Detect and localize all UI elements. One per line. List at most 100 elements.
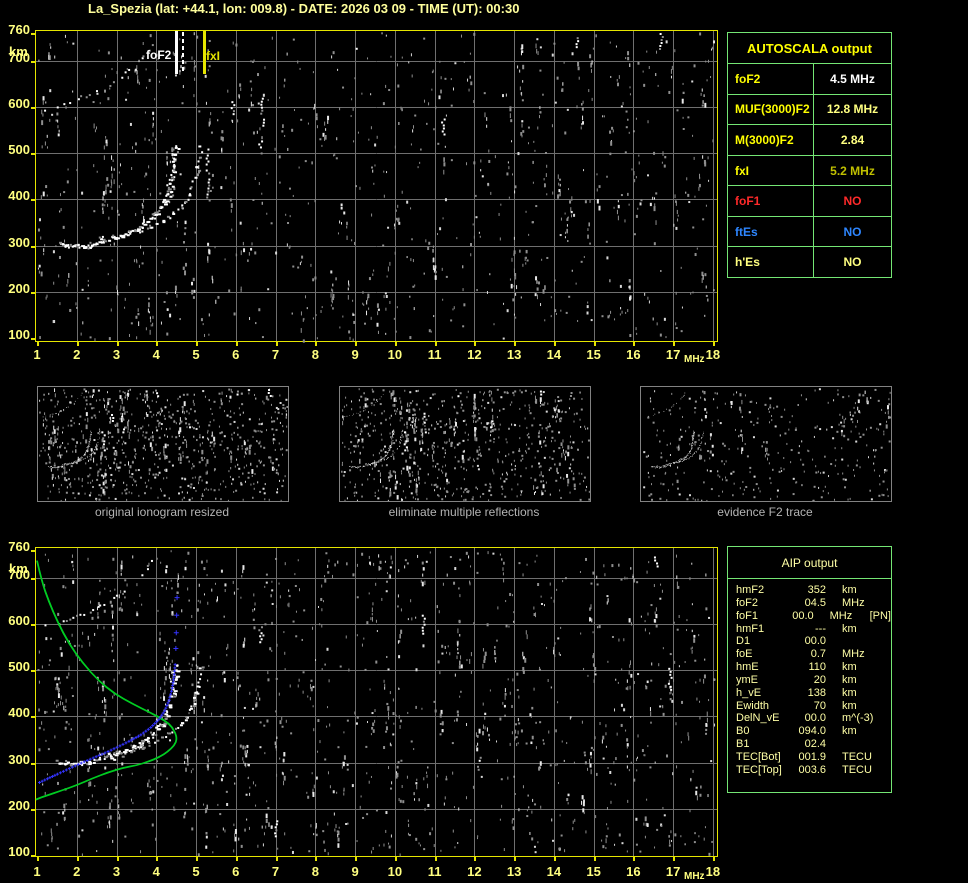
autoscala-row-fof1: foF1 NO — [728, 185, 891, 216]
y-tick-label: 200 — [8, 797, 30, 813]
parameter-label: hmE — [736, 661, 759, 674]
parameter-value: 138 — [807, 686, 826, 699]
parameter-unit: TECU — [842, 763, 872, 776]
parameter-unit: km — [842, 673, 857, 686]
parameter-label: B0 — [736, 725, 750, 738]
parameter-label: foF1 — [736, 609, 759, 622]
thumbnail-f2-trace — [640, 386, 892, 502]
parameter-value: 110 — [808, 661, 826, 674]
x-tick-label: 6 — [232, 864, 240, 879]
thumbnail-original-caption: original ionogram resized — [94, 505, 230, 519]
y-tick-label: 100 — [8, 326, 30, 342]
parameter-label: foE — [736, 648, 753, 661]
parameter-unit: m^(-3) — [842, 712, 874, 725]
x-tick-label: 14 — [546, 864, 562, 879]
y-tick-label: 500 — [8, 659, 30, 675]
parameter-unit: km — [842, 686, 857, 699]
y-axis-unit-label: km — [9, 44, 28, 59]
thumbnail-original-ionogram — [37, 386, 289, 502]
parameter-label: h_vE — [736, 686, 762, 699]
parameter-unit: MHz — [829, 609, 853, 622]
aip-row-ewidth: Ewidth 70 km — [736, 700, 891, 713]
aip-output-table: AIP output hmF2 352 km foF2 04.5 MHz foF1 00.0 M… — [727, 546, 892, 793]
parameter-value: 5.2 MHz — [813, 155, 891, 186]
parameter-label: TEC[Bot] — [736, 750, 781, 763]
parameter-label: TEC[Top] — [736, 763, 782, 776]
parameter-unit: km — [842, 584, 857, 596]
parameter-value: 352 — [807, 584, 826, 596]
x-tick-label: 5 — [192, 347, 200, 362]
parameter-value: 094.0 — [798, 725, 826, 738]
parameter-unit: km — [842, 661, 857, 674]
x-tick-label: 15 — [586, 864, 601, 879]
x-tick-label: 13 — [506, 347, 522, 362]
aip-row-hme: hmE 110 km — [736, 661, 891, 674]
x-tick-label: 2 — [73, 864, 81, 879]
x-tick-label: 1 — [33, 864, 41, 879]
parameter-value: 4.5 MHz — [813, 64, 891, 94]
parameter-label: M(3000)F2 — [735, 132, 794, 147]
x-tick-label: 14 — [546, 347, 562, 362]
x-tick-label: 4 — [152, 864, 160, 879]
parameter-unit — [842, 635, 886, 648]
x-tick-label: 8 — [311, 347, 319, 362]
x-tick-label: 11 — [427, 864, 442, 879]
y-tick-label: 400 — [8, 188, 30, 204]
autoscala-table-rows: foF2 4.5 MHz MUF(3000)F2 12.8 MHz M(3000)F2 2… — [728, 63, 891, 278]
parameter-label: D1 — [736, 635, 751, 648]
x-tick-label: 12 — [467, 864, 482, 879]
y-tick-label: 300 — [8, 751, 30, 767]
aip-row-d1: D1 00.0 — [736, 635, 891, 648]
parameter-label: hmF1 — [736, 622, 765, 635]
parameter-value: 001.9 — [798, 750, 826, 763]
x-tick-label: 5 — [192, 864, 200, 879]
aip-table-title: AIP output — [728, 547, 891, 579]
x-tick-label: 9 — [351, 864, 359, 879]
x-tick-label: 6 — [232, 347, 240, 362]
thumbnail-original-canvas — [38, 387, 288, 501]
parameter-flag: [PN] — [869, 609, 891, 622]
y-tick-label: 760 — [8, 22, 30, 37]
x-axis-unit-label: MHz — [684, 871, 705, 882]
y-tick-label: 600 — [8, 95, 30, 111]
x-tick-label: 2 — [73, 347, 81, 362]
parameter-value: 0.7 — [810, 648, 826, 661]
main-ionogram-canvas — [31, 29, 723, 349]
y-tick-label: 100 — [8, 843, 30, 859]
x-tick-label: 12 — [467, 347, 482, 362]
x-tick-label: 3 — [112, 347, 121, 362]
x-tick-label: 17 — [665, 864, 681, 879]
parameter-label: fxI — [735, 163, 750, 178]
x-tick-label: 8 — [311, 864, 319, 879]
thumbnail-no-multiples-canvas — [340, 387, 590, 501]
y-tick-label: 600 — [8, 612, 30, 628]
x-tick-label: 4 — [152, 347, 160, 362]
aip-row-tectop: TEC[Top] 003.6 TECU — [736, 764, 891, 777]
x-tick-label: 15 — [586, 347, 601, 362]
x-tick-label: 3 — [112, 864, 121, 879]
parameter-unit: MHz — [842, 648, 865, 661]
autoscala-output-table: AUTOSCALA output foF2 4.5 MHz MUF(3000)F2 1… — [727, 32, 892, 278]
parameter-value: 04.5 — [804, 596, 826, 609]
aip-row-b1: B1 02.4 — [736, 738, 891, 751]
parameter-label: MUF(3000)F2 — [735, 102, 810, 117]
parameter-label: ymE — [736, 673, 758, 686]
parameter-value: 00.0 — [804, 635, 826, 648]
y-tick-label: 760 — [8, 539, 30, 554]
parameter-label: B1 — [736, 738, 750, 751]
parameter-value: 00.0 — [792, 609, 814, 622]
parameter-value: 2.84 — [813, 125, 891, 155]
x-tick-label: 16 — [626, 347, 641, 362]
parameter-value: NO — [813, 186, 891, 216]
x-tick-label: 11 — [427, 347, 442, 362]
parameter-unit: TECU — [842, 750, 872, 763]
y-tick-label: 200 — [8, 280, 30, 296]
parameter-unit: MHz — [842, 596, 865, 609]
x-tick-label: 7 — [271, 347, 280, 362]
aip-row-yme: ymE 20 km — [736, 674, 891, 687]
parameter-value: 02.4 — [804, 738, 826, 751]
parameter-label: ftEs — [735, 224, 758, 239]
autoscala-row-fof2: foF2 4.5 MHz — [728, 63, 891, 94]
y-tick-label: 400 — [8, 705, 30, 721]
x-tick-label: 9 — [351, 347, 359, 362]
